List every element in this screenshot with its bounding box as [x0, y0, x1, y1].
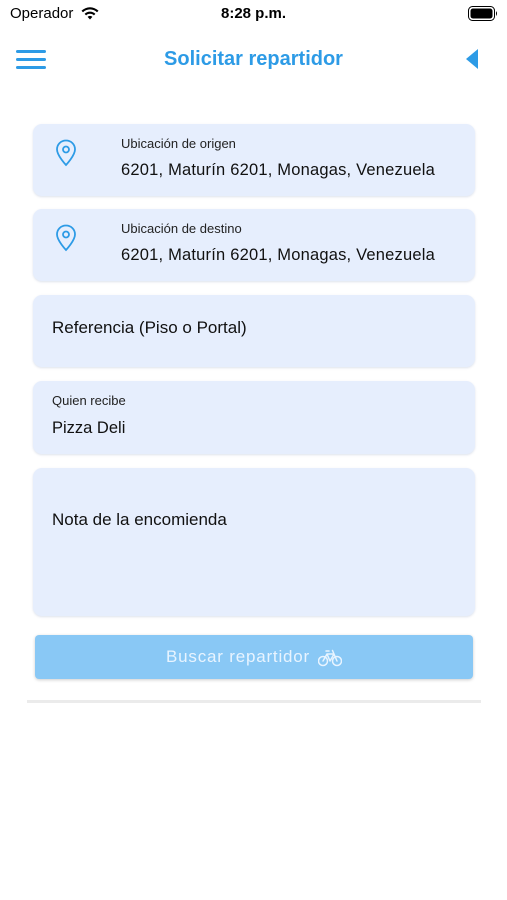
origin-value: 6201, Maturín 6201, Monagas, Venezuela — [121, 161, 435, 179]
destination-location-field[interactable]: Ubicación de destino 6201, Maturín 6201,… — [33, 209, 475, 281]
reference-placeholder: Referencia (Piso o Portal) — [52, 318, 247, 337]
reference-input[interactable]: Referencia (Piso o Portal) — [33, 295, 475, 367]
back-triangle-icon[interactable] — [465, 48, 479, 70]
battery-icon — [468, 6, 497, 21]
page-title: Solicitar repartidor — [164, 48, 343, 70]
location-pin-icon — [56, 224, 76, 252]
bicycle-icon — [318, 649, 342, 667]
search-courier-label: Buscar repartidor — [166, 647, 310, 666]
origin-location-field[interactable]: Ubicación de origen 6201, Maturín 6201, … — [33, 124, 475, 196]
status-bar: Operador 8:28 p.m. — [0, 0, 507, 28]
note-textarea[interactable]: Nota de la encomienda — [33, 468, 475, 616]
origin-label: Ubicación de origen — [121, 136, 236, 151]
search-courier-button[interactable]: Buscar repartidor — [35, 635, 473, 679]
destination-value: 6201, Maturín 6201, Monagas, Venezuela — [121, 246, 435, 264]
receiver-value: Pizza Deli — [52, 419, 126, 437]
nav-bar: Solicitar repartidor — [0, 38, 507, 82]
note-placeholder: Nota de la encomienda — [52, 510, 227, 529]
location-pin-icon — [56, 139, 76, 167]
divider — [27, 700, 481, 703]
receiver-input[interactable]: Quien recibe Pizza Deli — [33, 381, 475, 454]
clock: 8:28 p.m. — [220, 5, 287, 22]
destination-label: Ubicación de destino — [121, 221, 242, 236]
receiver-label: Quien recibe — [52, 393, 126, 408]
